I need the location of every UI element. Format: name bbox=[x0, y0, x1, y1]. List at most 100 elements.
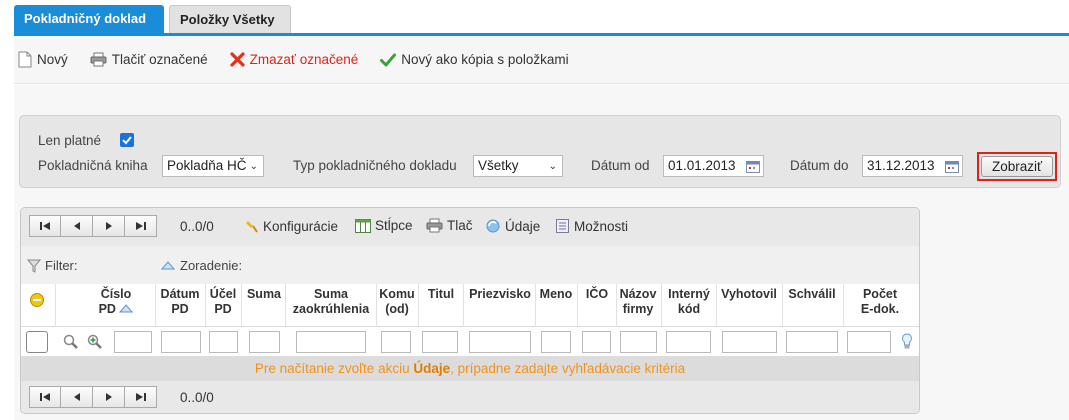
calendar-icon[interactable] bbox=[945, 159, 959, 179]
col-suma-zaokruhlenia-line2: zaokrúhlenia bbox=[292, 302, 370, 316]
data-button[interactable]: Údaje bbox=[485, 218, 540, 234]
date-from-input[interactable]: 01.01.2013 bbox=[663, 155, 764, 177]
grid-sort[interactable]: Zoradenie: bbox=[161, 258, 242, 273]
filter-nazov-firmy-input[interactable] bbox=[620, 331, 657, 353]
col-suma[interactable]: Suma bbox=[243, 287, 285, 302]
lightbulb-icon[interactable] bbox=[901, 333, 913, 353]
columns-icon bbox=[355, 218, 371, 233]
pager-buttons bbox=[29, 215, 157, 237]
top-pager: 0..0/0 Konfigurácie Stĺpce Tlač Údaje Mo… bbox=[21, 208, 919, 246]
date-to-label: Dátum do bbox=[790, 158, 849, 173]
col-suma-zaokruhlenia[interactable]: Suma zaokrúhlenia bbox=[287, 287, 375, 317]
filter-pocet-e-dok-input[interactable] bbox=[847, 331, 891, 353]
col-pocet-e-dok[interactable]: Počet E-dok. bbox=[845, 287, 915, 317]
last-page-button[interactable] bbox=[125, 215, 157, 237]
filter-panel: Len platné Pokladničná kniha Pokladňa HČ… bbox=[19, 115, 1061, 188]
show-button-highlight: Zobraziť bbox=[977, 152, 1057, 181]
col-ico[interactable]: IČO bbox=[579, 287, 615, 302]
col-cislo-pd[interactable]: Číslo PD bbox=[81, 287, 151, 317]
prev-page-button[interactable] bbox=[61, 386, 93, 408]
col-komu-line1: Komu bbox=[379, 287, 415, 301]
grid-print-button[interactable]: Tlač bbox=[426, 218, 473, 233]
prev-page-button[interactable] bbox=[61, 215, 93, 237]
col-schvalil[interactable]: Schválil bbox=[783, 287, 841, 302]
col-nazov-firmy[interactable]: Názov firmy bbox=[617, 287, 659, 317]
cash-book-label: Pokladničná kniha bbox=[38, 158, 148, 173]
sort-asc-icon bbox=[119, 304, 134, 313]
col-datum-pd-line2: PD bbox=[171, 302, 189, 316]
col-komu[interactable]: Komu (od) bbox=[377, 287, 417, 317]
prev-page-icon bbox=[73, 393, 80, 401]
filter-label: Filter: bbox=[45, 258, 78, 273]
new-copy-label: Nový ako kópia s položkami bbox=[401, 52, 569, 67]
filter-suma-zaokruhlenia-input[interactable] bbox=[296, 331, 366, 353]
doc-type-select[interactable]: Všetky ⌄ bbox=[473, 155, 563, 177]
prev-page-icon bbox=[73, 222, 80, 230]
bottom-pager-count: 0..0/0 bbox=[180, 390, 214, 405]
configurations-button[interactable]: Konfigurácie bbox=[243, 218, 338, 234]
columns-button[interactable]: Stĺpce bbox=[355, 218, 413, 233]
col-vyhotovil-line1: Vyhotovil bbox=[721, 287, 777, 301]
first-page-icon bbox=[40, 393, 50, 401]
first-page-button[interactable] bbox=[29, 386, 61, 408]
empty-message-post: , prípadne zadajte vyhľadávacie kritéria bbox=[450, 361, 686, 376]
filter-meno-input[interactable] bbox=[541, 331, 571, 353]
col-ucel-pd-line2: PD bbox=[214, 302, 232, 316]
col-interny-kod[interactable]: Interný kód bbox=[663, 287, 715, 317]
sort-up-icon bbox=[161, 261, 175, 270]
filter-ico-input[interactable] bbox=[582, 331, 611, 353]
next-page-button[interactable] bbox=[93, 215, 125, 237]
last-page-button[interactable] bbox=[125, 386, 157, 408]
next-page-button[interactable] bbox=[93, 386, 125, 408]
row-select-checkbox[interactable] bbox=[26, 331, 48, 353]
grid-filter[interactable]: Filter: bbox=[27, 258, 78, 273]
filter-interny-kod-input[interactable] bbox=[666, 331, 711, 353]
grid-filter-row bbox=[21, 327, 919, 357]
filter-cislo-pd-input[interactable] bbox=[114, 331, 152, 353]
filter-datum-pd-input[interactable] bbox=[161, 331, 201, 353]
col-vyhotovil[interactable]: Vyhotovil bbox=[717, 287, 781, 302]
last-page-icon bbox=[135, 222, 146, 230]
col-datum-pd[interactable]: Dátum PD bbox=[157, 287, 203, 317]
delete-selected-button[interactable]: Zmazať označené bbox=[230, 52, 359, 67]
show-button[interactable]: Zobraziť bbox=[981, 156, 1053, 177]
print-selected-label: Tlačiť označené bbox=[111, 52, 208, 67]
col-ucel-pd[interactable]: Účel PD bbox=[207, 287, 239, 317]
filter-priezvisko-input[interactable] bbox=[469, 331, 531, 353]
new-button[interactable]: Nový bbox=[18, 51, 68, 68]
last-page-icon bbox=[135, 393, 146, 401]
new-copy-button[interactable]: Nový ako kópia s položkami bbox=[380, 52, 569, 67]
select-all-icon bbox=[30, 293, 44, 307]
pager-count: 0..0/0 bbox=[180, 219, 214, 234]
new-button-label: Nový bbox=[37, 52, 68, 67]
only-valid-checkbox[interactable] bbox=[120, 133, 134, 147]
print-selected-button[interactable]: Tlačiť označené bbox=[90, 52, 208, 67]
col-titul[interactable]: Titul bbox=[421, 287, 461, 302]
empty-message-data-action[interactable]: Údaje bbox=[413, 361, 450, 376]
col-ico-line1: IČO bbox=[585, 287, 609, 301]
col-meno[interactable]: Meno bbox=[537, 287, 575, 302]
tab-polozky-vsetky[interactable]: Položky Všetky bbox=[169, 5, 291, 33]
filter-titul-input[interactable] bbox=[422, 331, 458, 353]
search-magnifier-icon[interactable] bbox=[63, 334, 79, 353]
chevron-down-icon: ⌄ bbox=[249, 161, 258, 172]
empty-message-pre: Pre načítanie zvoľte akciu bbox=[254, 361, 414, 376]
cash-book-select[interactable]: Pokladňa HČ ⌄ bbox=[162, 155, 264, 177]
filter-schvalil-input[interactable] bbox=[786, 331, 838, 353]
next-page-icon bbox=[105, 222, 112, 230]
select-all-toggle[interactable] bbox=[25, 292, 49, 312]
date-to-input[interactable]: 31.12.2013 bbox=[862, 155, 963, 177]
tab-pokladnicny-doklad[interactable]: Pokladničný doklad bbox=[14, 5, 164, 33]
filter-ucel-pd-input[interactable] bbox=[209, 331, 238, 353]
filter-suma-input[interactable] bbox=[249, 331, 280, 353]
col-priezvisko[interactable]: Priezvisko bbox=[464, 287, 536, 302]
wand-icon bbox=[243, 218, 259, 234]
first-page-button[interactable] bbox=[29, 215, 61, 237]
calendar-icon[interactable] bbox=[746, 159, 760, 179]
options-button[interactable]: Možnosti bbox=[555, 218, 628, 234]
filter-komu-input[interactable] bbox=[381, 331, 411, 353]
data-label: Údaje bbox=[505, 218, 541, 234]
filter-vyhotovil-input[interactable] bbox=[722, 331, 777, 353]
search-add-icon[interactable] bbox=[87, 334, 103, 353]
delete-selected-label: Zmazať označené bbox=[249, 52, 359, 67]
